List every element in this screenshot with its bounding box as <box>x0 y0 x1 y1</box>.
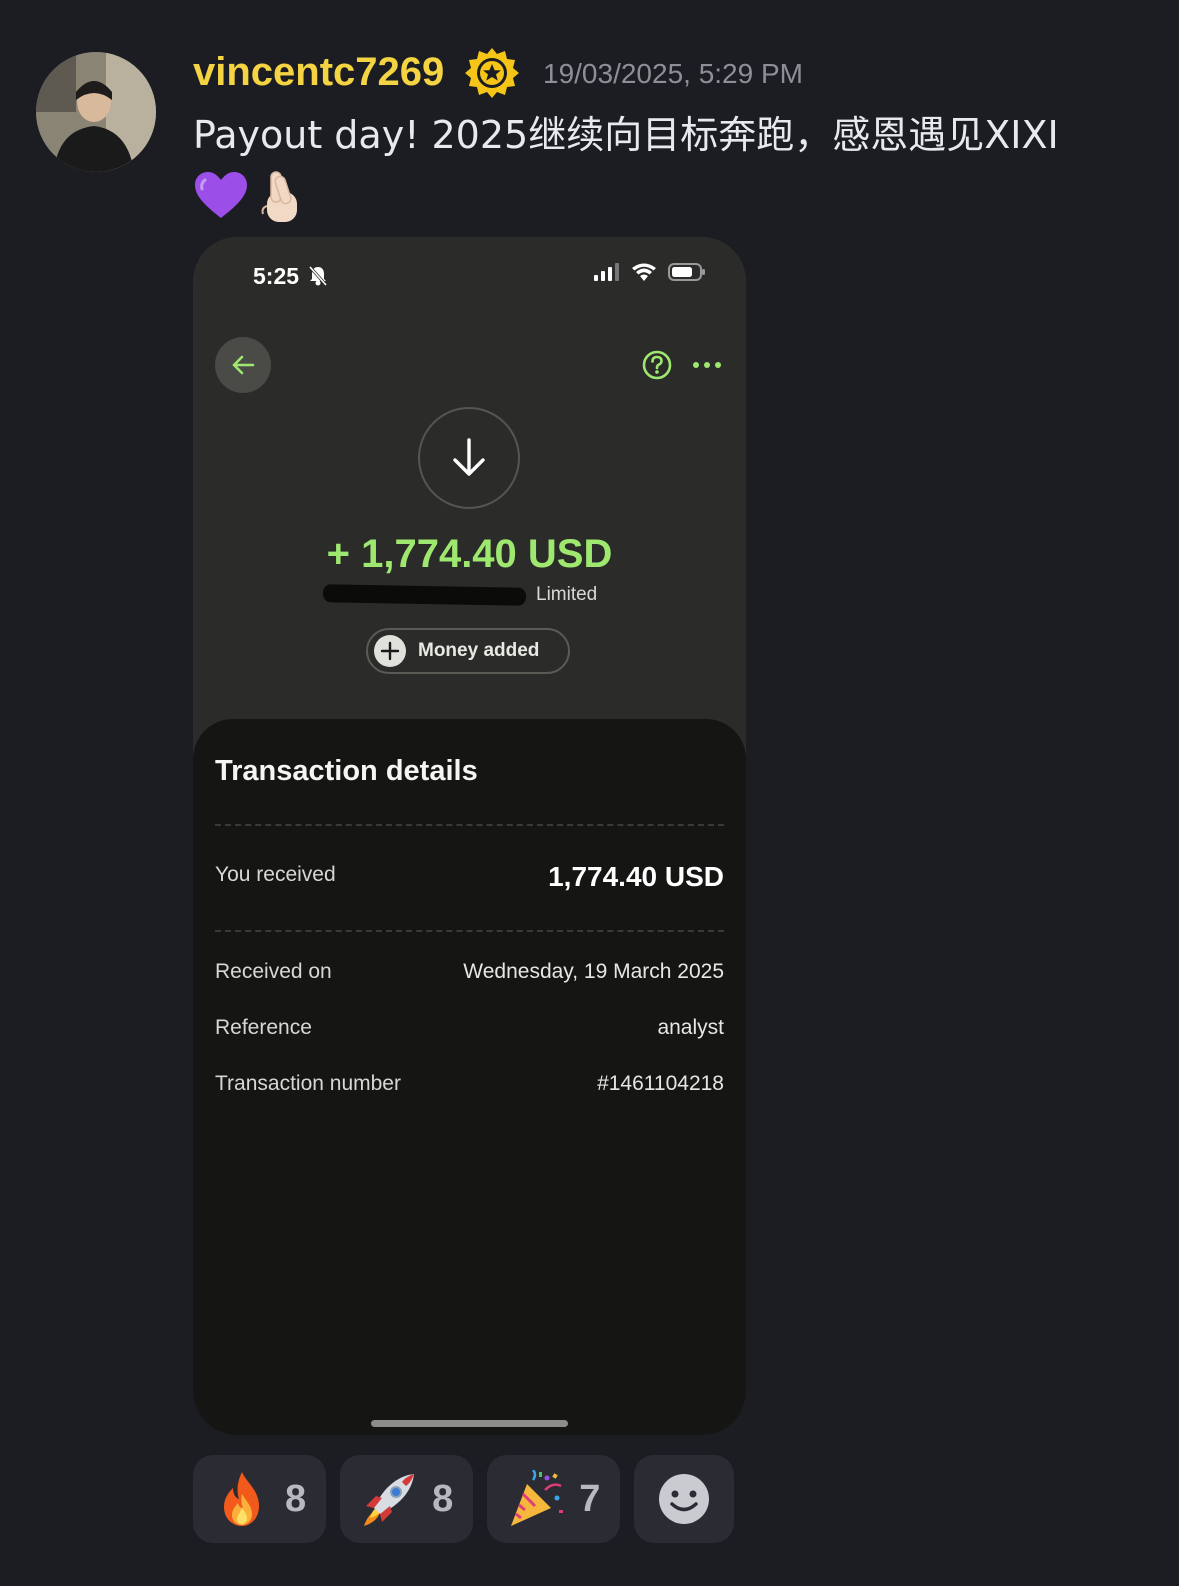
you-received-value: 1,774.40 USD <box>548 861 724 892</box>
bell-slash-icon <box>308 266 328 286</box>
rocket-icon <box>364 1474 415 1526</box>
money-added-label: Money added <box>418 640 540 661</box>
transaction-number-label: Transaction number <box>215 1072 401 1095</box>
transaction-number-value: #1461104218 <box>597 1072 724 1095</box>
message-timestamp: 19/03/2025, 5:29 PM <box>543 58 803 89</box>
reaction-fire[interactable]: 8 <box>193 1455 327 1543</box>
reaction-rocket[interactable]: 8 <box>340 1455 474 1543</box>
battery-icon <box>668 263 705 281</box>
server-badge-icon <box>465 46 519 100</box>
avatar[interactable] <box>36 52 156 172</box>
purple-heart-icon <box>195 172 247 218</box>
money-added-status[interactable]: Money added <box>366 628 570 674</box>
sender-suffix: Limited <box>536 584 598 605</box>
crossed-fingers-icon <box>261 171 297 222</box>
wifi-icon <box>632 263 656 281</box>
redacted-sender <box>322 584 527 606</box>
received-on-value: Wednesday, 19 March 2025 <box>463 960 724 983</box>
arrow-down-icon <box>453 438 485 476</box>
back-button[interactable] <box>215 337 271 393</box>
details-title: Transaction details <box>215 755 478 787</box>
message-emoji-line <box>193 168 305 224</box>
reaction-count: 8 <box>285 1477 307 1520</box>
divider <box>215 930 724 932</box>
plus-icon <box>374 635 406 667</box>
username[interactable]: vincentc7269 <box>193 44 444 100</box>
you-received-label: You received <box>215 863 336 886</box>
received-indicator <box>418 407 520 509</box>
cellular-signal-icon <box>594 263 619 281</box>
help-icon[interactable] <box>641 349 673 381</box>
arrow-left-icon <box>232 355 255 375</box>
reference-value: analyst <box>657 1016 724 1039</box>
received-on-label: Received on <box>215 960 332 983</box>
status-bar-time: 5:25 <box>253 263 300 289</box>
smiley-icon <box>659 1474 710 1524</box>
status-bar-icons <box>594 263 706 281</box>
reference-label: Reference <box>215 1016 312 1039</box>
message-text: Payout day! 2025继续向目标奔跑，感恩遇见XIXI <box>193 113 1059 157</box>
party-popper-icon <box>511 1470 564 1526</box>
home-indicator <box>371 1420 568 1427</box>
received-amount: + 1,774.40 USD <box>326 532 613 576</box>
transaction-details-sheet: Transaction details You received 1,774.4… <box>193 719 746 1435</box>
more-options-icon[interactable] <box>691 349 723 381</box>
sender-name: Limited <box>322 582 598 608</box>
divider <box>215 824 724 826</box>
reaction-count: 8 <box>432 1477 454 1520</box>
payout-screenshot[interactable]: 5:25 + 1,774.40 USD Limited Money added … <box>193 237 746 1435</box>
add-reaction-button[interactable] <box>634 1455 735 1543</box>
reaction-count: 7 <box>579 1477 601 1520</box>
fire-icon <box>224 1472 259 1526</box>
reaction-bar: 8 8 7 <box>193 1455 735 1543</box>
reaction-party[interactable]: 7 <box>487 1455 621 1543</box>
